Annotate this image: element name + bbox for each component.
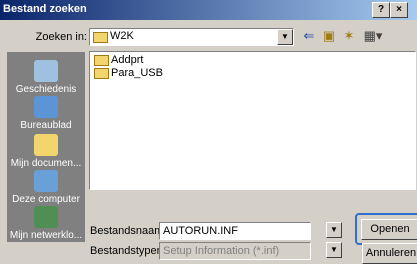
place-desktop[interactable]: Bureaublad xyxy=(7,96,85,131)
new-folder-icon[interactable]: ✶ xyxy=(340,28,358,44)
file-dialog: Bestand zoeken ? × Zoeken in: W2K ▼ ⇐ ▣ … xyxy=(0,0,417,264)
look-in-label: Zoeken in: xyxy=(35,31,87,43)
look-in-value: W2K xyxy=(110,30,134,42)
place-my-documents[interactable]: Mijn documen... xyxy=(7,134,85,169)
place-network[interactable]: Mijn netwerklo... xyxy=(7,206,85,241)
chevron-down-icon[interactable]: ▼ xyxy=(326,222,342,238)
place-history[interactable]: Geschiedenis xyxy=(7,60,85,95)
cancel-button[interactable]: Annuleren xyxy=(362,243,417,264)
file-list[interactable]: Addprt Para_USB xyxy=(89,51,416,190)
history-icon xyxy=(34,60,58,82)
places-bar: Geschiedenis Bureaublad Mijn documen... … xyxy=(7,52,85,242)
filetype-label: Bestandstypen: xyxy=(90,245,166,257)
network-places-icon xyxy=(34,206,58,228)
my-documents-icon xyxy=(34,134,58,156)
close-button[interactable]: × xyxy=(390,2,408,18)
back-arrow-icon[interactable]: ⇐ xyxy=(300,28,318,44)
folder-icon xyxy=(93,32,108,43)
place-label: Mijn netwerklo... xyxy=(9,230,83,241)
view-menu-icon[interactable]: ▦▾ xyxy=(362,28,384,44)
file-name: Addprt xyxy=(111,54,144,66)
chevron-down-icon[interactable]: ▼ xyxy=(326,242,342,258)
place-label: Mijn documen... xyxy=(10,158,82,169)
window-title: Bestand zoeken xyxy=(3,3,87,15)
title-bar[interactable]: Bestand zoeken ? × xyxy=(0,0,417,20)
help-button[interactable]: ? xyxy=(372,2,390,18)
place-label: Geschiedenis xyxy=(15,84,77,95)
look-in-combo[interactable]: W2K ▼ xyxy=(89,28,294,46)
filetype-field[interactable]: Setup Information (*.inf) xyxy=(159,242,311,260)
open-button-focus: Openen xyxy=(355,213,417,245)
chevron-down-icon[interactable]: ▼ xyxy=(277,29,293,45)
open-button[interactable]: Openen xyxy=(361,219,417,240)
filename-value: AUTORUN.INF xyxy=(163,225,238,237)
file-name: Para_USB xyxy=(111,67,163,79)
place-my-computer[interactable]: Deze computer xyxy=(7,170,85,205)
folder-icon xyxy=(94,68,109,79)
filename-field[interactable]: AUTORUN.INF xyxy=(159,222,311,240)
folder-icon xyxy=(94,55,109,66)
desktop-icon xyxy=(34,96,58,118)
my-computer-icon xyxy=(34,170,58,192)
up-folder-icon[interactable]: ▣ xyxy=(320,28,338,44)
place-label: Bureaublad xyxy=(20,120,72,131)
filetype-value: Setup Information (*.inf) xyxy=(163,245,280,257)
filename-label: Bestandsnaam: xyxy=(90,225,167,237)
place-label: Deze computer xyxy=(12,194,80,205)
